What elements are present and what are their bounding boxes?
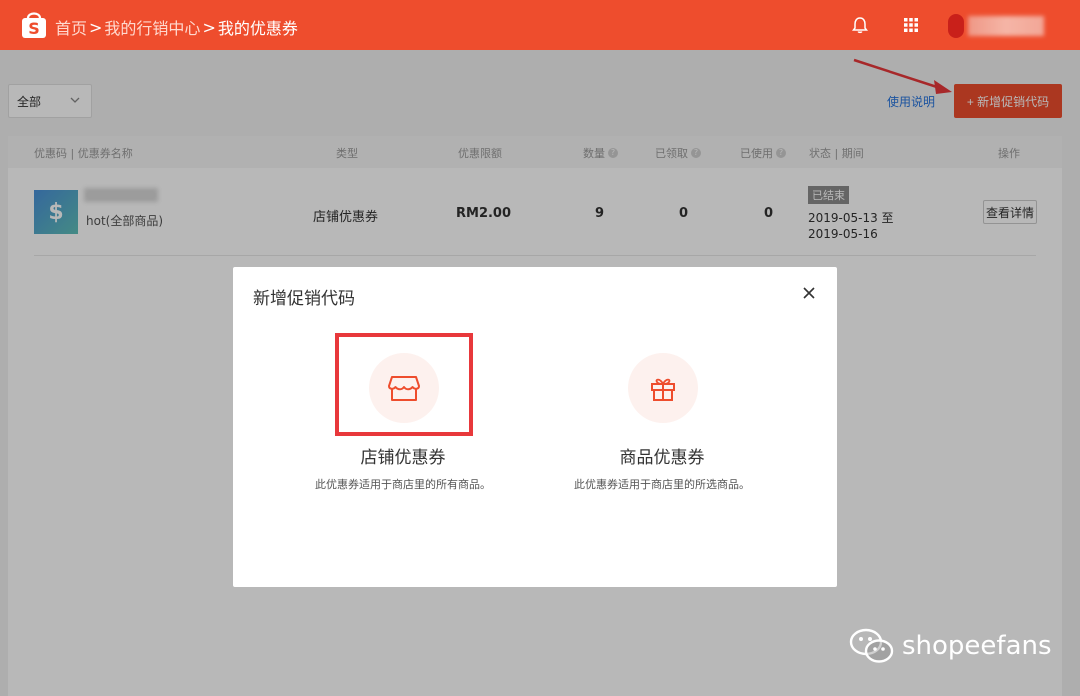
product-coupon-option[interactable]: 商品优惠券 此优惠券适用于商店里的所选商品。 [552, 353, 772, 493]
modal-title: 新增促销代码 [253, 289, 355, 309]
apps-grid-icon[interactable] [901, 15, 921, 35]
breadcrumb-current-page: 我的优惠券 [217, 19, 298, 38]
bell-icon[interactable] [850, 15, 870, 35]
breadcrumb-marketing-centre[interactable]: 我的行销中心 [104, 15, 200, 39]
shopee-logo-icon[interactable]: S [20, 9, 48, 39]
breadcrumb-home[interactable]: 首页 [55, 15, 87, 39]
top-bar: S 首页 > 我的行销中心 > 我的优惠券 [0, 0, 1080, 50]
wechat-icon [849, 628, 894, 663]
username-redacted[interactable] [968, 16, 1044, 36]
gift-icon [651, 378, 675, 401]
close-icon[interactable] [799, 283, 819, 303]
product-coupon-description: 此优惠券适用于商店里的所选商品。 [574, 478, 750, 491]
breadcrumb-separator: > [89, 17, 103, 37]
breadcrumb-separator: > [202, 17, 216, 37]
shop-coupon-title: 店铺优惠券 [360, 448, 446, 468]
add-promo-code-modal: 新增促销代码 店铺优惠券 此优惠券适用于商店里的所有商品。 商品优惠券 此优惠券… [233, 267, 837, 587]
product-coupon-title: 商品优惠券 [619, 448, 705, 468]
breadcrumb: 首页 > 我的行销中心 > 我的优惠券 [55, 15, 298, 39]
product-coupon-icon-wrapper [628, 353, 698, 423]
annotation-highlight-box [335, 333, 473, 436]
avatar[interactable] [948, 14, 964, 38]
svg-text:S: S [28, 19, 40, 38]
watermark: shopeefans [848, 624, 1052, 668]
watermark-text: shopeefans [902, 631, 1052, 661]
shop-coupon-description: 此优惠券适用于商店里的所有商品。 [315, 478, 491, 491]
